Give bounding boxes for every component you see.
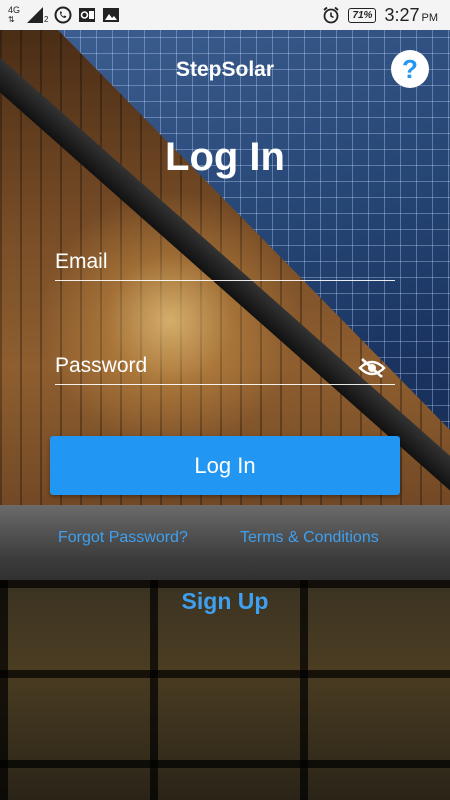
whatsapp-icon (54, 6, 72, 24)
signal-icon (26, 6, 44, 24)
email-field-container (55, 250, 395, 281)
login-button[interactable]: Log In (50, 436, 400, 495)
network-indicator: 4G ⇅ (8, 5, 21, 25)
email-input[interactable] (55, 250, 395, 281)
eye-off-icon[interactable] (357, 356, 387, 380)
network-type: 4G (8, 5, 21, 15)
gallery-icon (102, 6, 120, 24)
forgot-password-link[interactable]: Forgot Password? (58, 529, 188, 547)
password-input[interactable] (55, 354, 395, 385)
clock-ampm: PM (421, 11, 439, 24)
outlook-icon (78, 6, 96, 24)
battery-indicator: 71% (348, 7, 377, 23)
password-field-container (55, 354, 395, 385)
question-icon: ? (402, 53, 418, 84)
clock-time: 3:27 (384, 4, 420, 25)
app-title: StepSolar (175, 58, 275, 81)
help-button[interactable]: ? (391, 50, 429, 88)
terms-conditions-link[interactable]: Terms & Conditions (240, 529, 379, 547)
alarm-icon (322, 6, 340, 24)
background-photo (0, 0, 450, 800)
status-bar: 4G ⇅ 2 71% 3:27 PM (0, 0, 450, 30)
sign-up-link[interactable]: Sign Up (0, 588, 450, 615)
page-title: Log In (165, 135, 285, 179)
signal-subscript: 2 (44, 14, 49, 24)
